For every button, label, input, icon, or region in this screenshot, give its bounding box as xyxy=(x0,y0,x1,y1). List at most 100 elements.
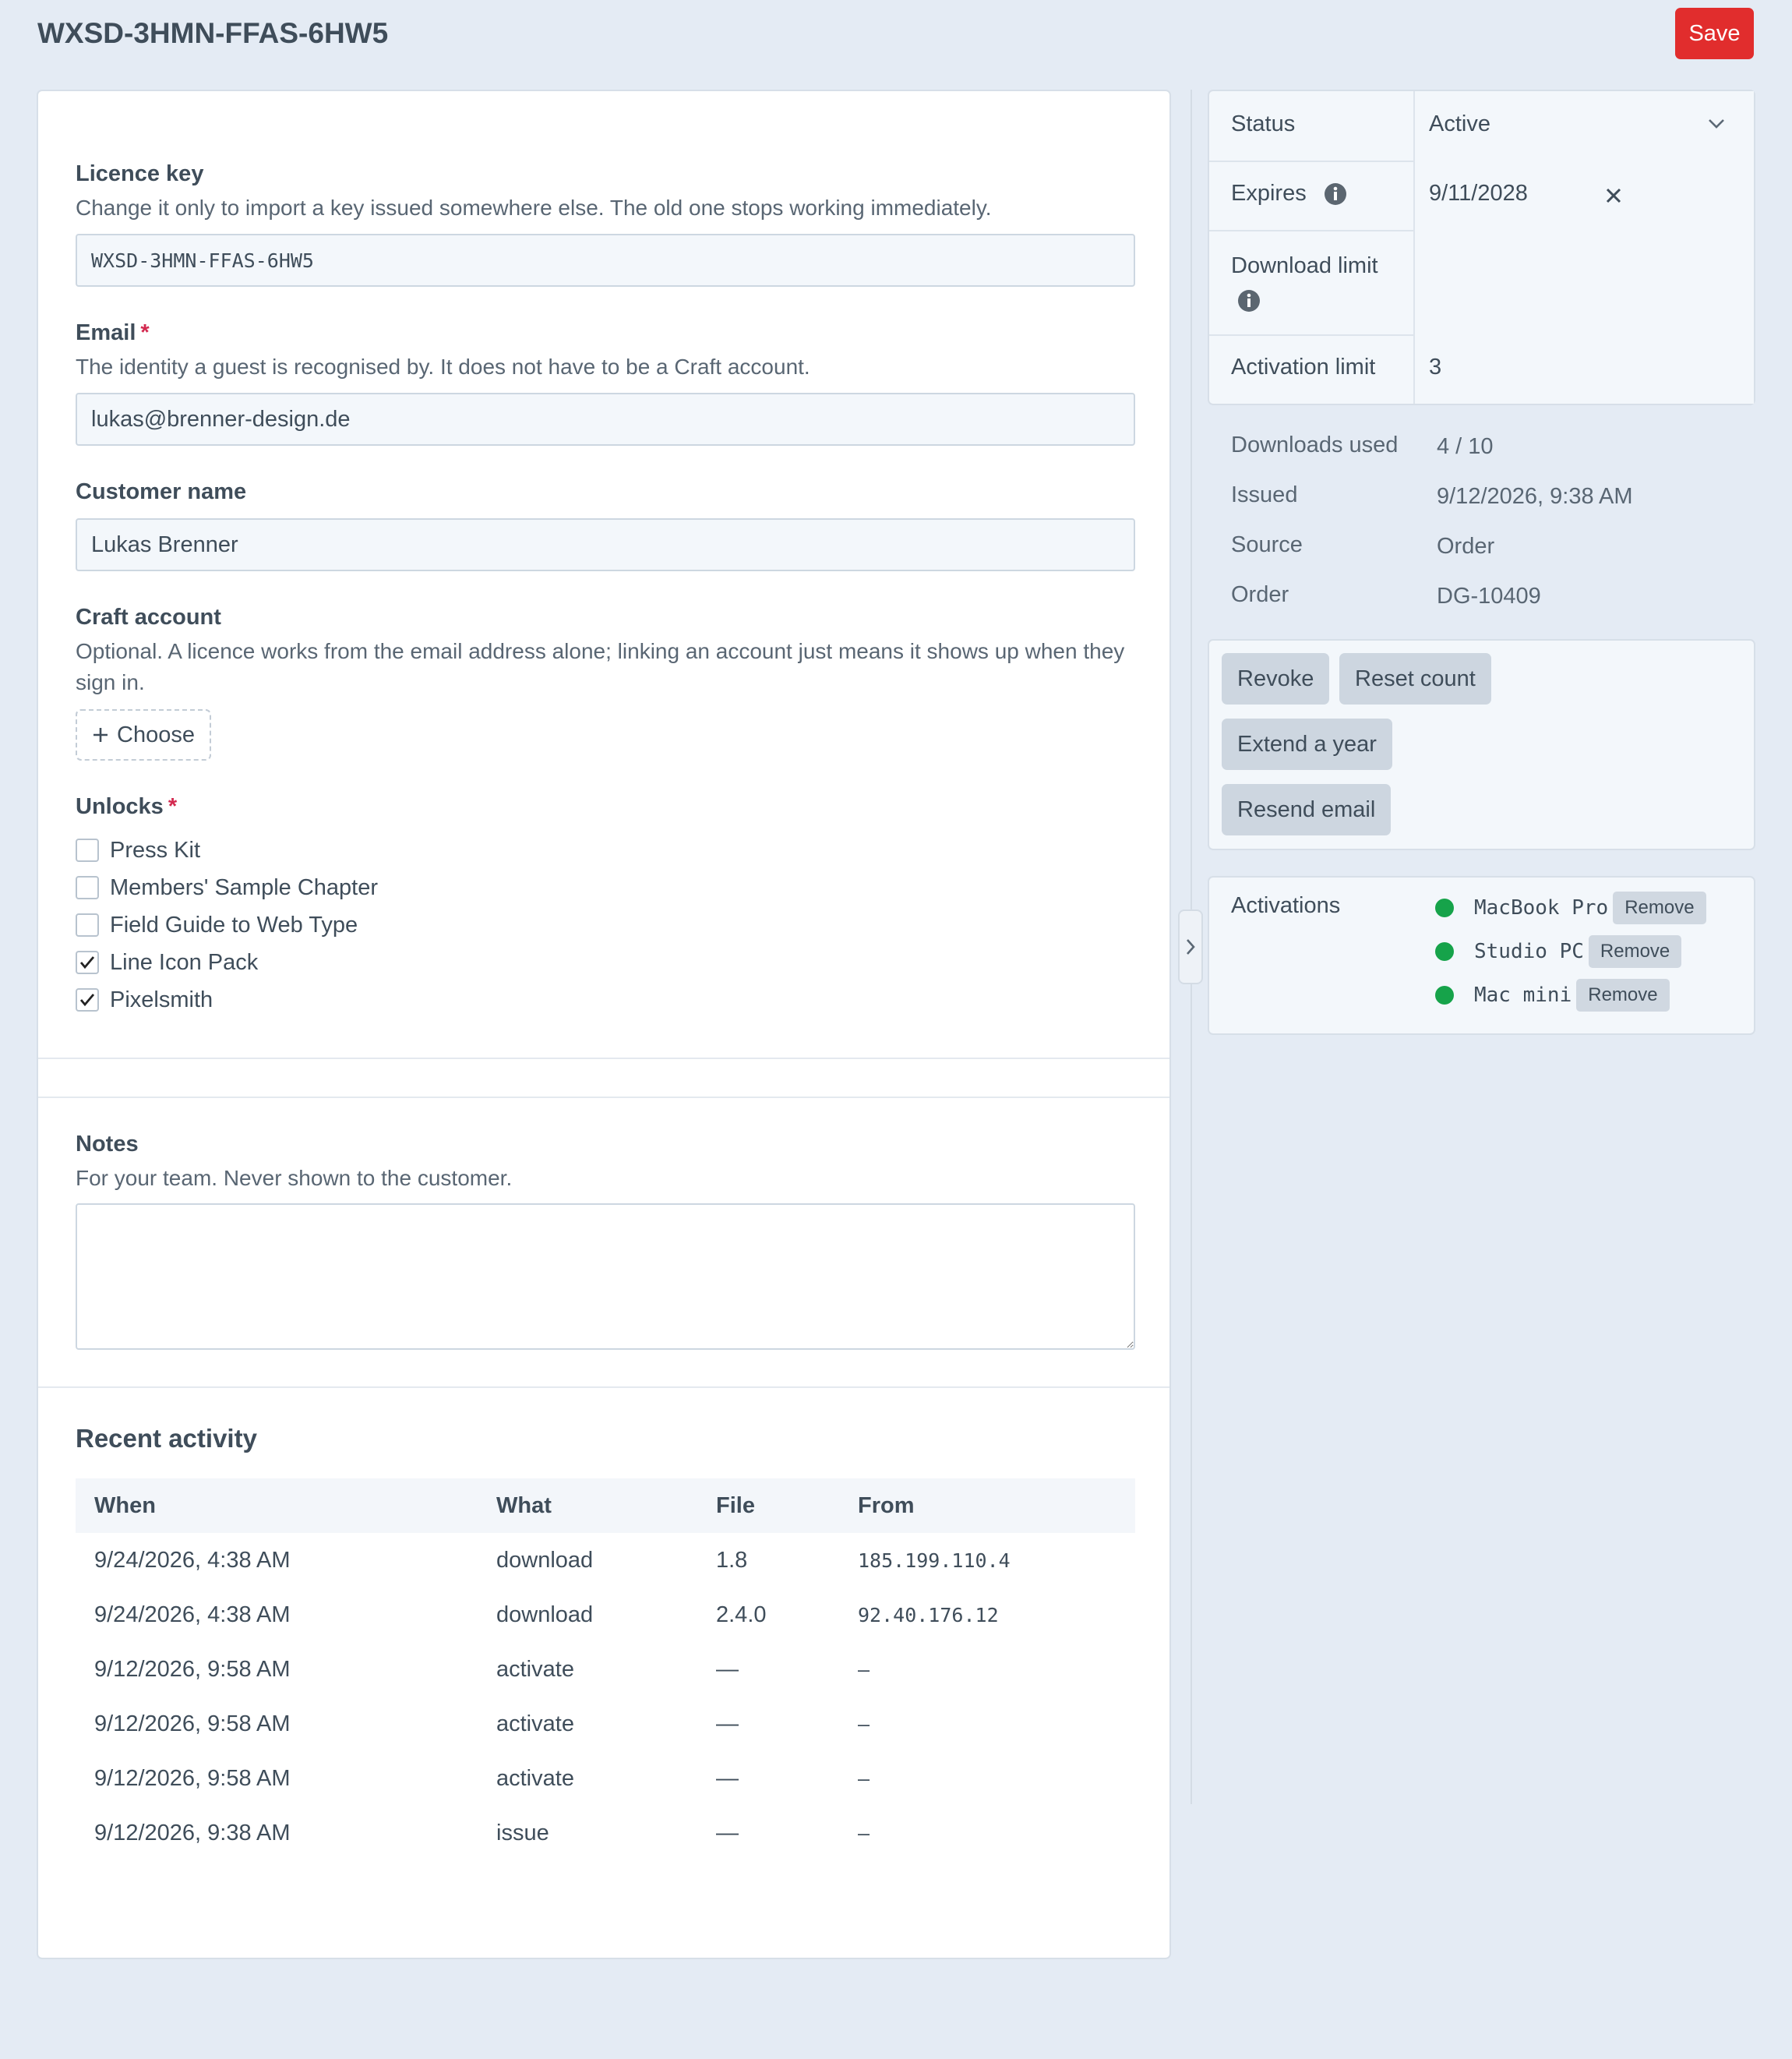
cell-when: 9/12/2026, 9:58 AM xyxy=(94,1711,291,1736)
activation-limit-row: Activation limit 3 xyxy=(1209,334,1754,404)
page-title: WXSD-3HMN-FFAS-6HW5 xyxy=(37,17,389,49)
customer-name-input[interactable] xyxy=(76,518,1135,571)
checkmark-icon xyxy=(79,956,95,969)
unlock-checkbox[interactable] xyxy=(76,988,99,1012)
unlock-checkbox[interactable] xyxy=(76,839,99,862)
activation-item: MacBook Pro Remove xyxy=(1435,890,1706,926)
email-field[interactable] xyxy=(76,393,1135,446)
unlock-checkbox[interactable] xyxy=(76,951,99,974)
reset-count-button[interactable]: Reset count xyxy=(1339,653,1491,705)
chevron-right-icon xyxy=(1187,939,1195,955)
craft-account-hint: Optional. A licence works from the email… xyxy=(76,639,1125,694)
section-divider xyxy=(38,1097,1169,1098)
sidebar-toggle[interactable] xyxy=(1178,909,1203,984)
cell-file: — xyxy=(716,1711,739,1736)
cell-what: issue xyxy=(496,1820,549,1845)
licence-key-hint: Change it only to import a key issued so… xyxy=(76,196,992,220)
column-header-from: From xyxy=(839,1478,1135,1533)
column-header-what: What xyxy=(478,1478,697,1533)
choose-account-button[interactable]: Choose xyxy=(76,709,211,761)
unlock-item[interactable]: Line Icon Pack xyxy=(76,947,258,978)
activation-limit-field[interactable]: 3 xyxy=(1413,334,1754,404)
craft-account-label: Craft account xyxy=(76,605,221,630)
activation-limit-label: Activation limit xyxy=(1231,355,1376,380)
unlock-item[interactable]: Members' Sample Chapter xyxy=(76,872,378,903)
activity-table: When What File From 9/24/2026, 4:38 AM d… xyxy=(76,1478,1135,1860)
info-icon[interactable] xyxy=(1237,289,1261,313)
cell-when: 9/12/2026, 9:58 AM xyxy=(94,1765,291,1791)
stat-label: Downloads used xyxy=(1231,433,1399,457)
email-label: Email * xyxy=(76,320,150,346)
active-status-icon xyxy=(1435,986,1454,1005)
cell-from: – xyxy=(858,1658,870,1681)
notes-hint: For your team. Never shown to the custom… xyxy=(76,1166,513,1190)
required-icon: * xyxy=(168,794,178,819)
cell-when: 9/12/2026, 9:58 AM xyxy=(94,1656,291,1682)
status-label: Status xyxy=(1231,111,1296,136)
active-status-icon xyxy=(1435,899,1454,917)
status-select[interactable]: Active xyxy=(1413,91,1754,161)
remove-activation-button[interactable]: Remove xyxy=(1613,892,1706,924)
cell-when: 9/24/2026, 4:38 AM xyxy=(94,1547,291,1573)
save-button[interactable]: Save xyxy=(1675,8,1754,59)
unlock-label: Press Kit xyxy=(110,837,201,863)
cell-what: download xyxy=(496,1602,594,1627)
column-header-file: File xyxy=(697,1478,839,1533)
cell-file: — xyxy=(716,1656,739,1682)
stat-value: 9/12/2026, 9:38 AM xyxy=(1437,484,1633,509)
unlock-label: Line Icon Pack xyxy=(110,949,259,975)
licence-form-card: Licence key Change it only to import a k… xyxy=(37,90,1171,1959)
extend-year-button[interactable]: Extend a year xyxy=(1222,719,1392,770)
cell-file: — xyxy=(716,1820,739,1845)
unlock-item[interactable]: Field Guide to Web Type xyxy=(76,909,358,941)
cell-what: download xyxy=(496,1547,594,1573)
download-limit-field[interactable] xyxy=(1413,230,1754,334)
activation-item: Mac mini Remove xyxy=(1435,977,1670,1013)
cell-what: activate xyxy=(496,1711,574,1736)
chevron-down-icon xyxy=(1709,119,1724,129)
table-row: 9/12/2026, 9:38 AM issue — – xyxy=(76,1806,1135,1860)
cell-file: 2.4.0 xyxy=(716,1602,767,1627)
info-icon[interactable] xyxy=(1324,182,1347,206)
clear-icon[interactable] xyxy=(1605,187,1622,204)
unlock-checkbox[interactable] xyxy=(76,876,99,899)
table-row: 9/24/2026, 4:38 AM download 2.4.0 92.40.… xyxy=(76,1588,1135,1642)
actions-panel: Revoke Reset count Extend a year Resend … xyxy=(1208,639,1755,850)
stat-value: DG-10409 xyxy=(1437,584,1541,609)
unlock-label: Members' Sample Chapter xyxy=(110,874,379,900)
unlock-label: Pixelsmith xyxy=(110,987,213,1012)
resend-email-button[interactable]: Resend email xyxy=(1222,784,1392,835)
table-row: 9/12/2026, 9:58 AM activate — – xyxy=(76,1642,1135,1697)
activation-limit-value: 3 xyxy=(1429,355,1442,380)
revoke-button[interactable]: Revoke xyxy=(1222,653,1330,705)
unlock-item[interactable]: Pixelsmith xyxy=(76,984,213,1015)
cell-from: 185.199.110.4 xyxy=(858,1549,1011,1572)
notes-textarea[interactable] xyxy=(76,1203,1135,1350)
stat-label: Source xyxy=(1231,532,1303,557)
stat-label: Order xyxy=(1231,582,1289,607)
licence-key-input[interactable] xyxy=(76,234,1135,287)
device-name: MacBook Pro xyxy=(1474,896,1609,920)
plus-icon xyxy=(93,728,108,742)
checkmark-icon xyxy=(79,994,95,1007)
unlocks-label: Unlocks * xyxy=(76,794,177,820)
device-name: Mac mini xyxy=(1474,984,1572,1007)
device-name: Studio PC xyxy=(1474,940,1584,963)
remove-activation-button[interactable]: Remove xyxy=(1588,935,1682,968)
cell-from: 92.40.176.12 xyxy=(858,1603,999,1626)
unlock-checkbox[interactable] xyxy=(76,913,99,937)
section-divider xyxy=(38,1058,1169,1059)
activations-label: Activations xyxy=(1231,893,1341,918)
cell-from: – xyxy=(858,1821,870,1845)
status-row: Status Active xyxy=(1209,91,1754,162)
unlock-label: Field Guide to Web Type xyxy=(110,912,358,938)
customer-name-label: Customer name xyxy=(76,479,247,504)
unlock-item[interactable]: Press Kit xyxy=(76,835,200,866)
meta-panel: Status Active Expires 9/11/2028 Download… xyxy=(1208,90,1755,405)
status-value: Active xyxy=(1429,111,1490,136)
expires-field[interactable]: 9/11/2028 xyxy=(1413,161,1754,230)
remove-activation-button[interactable]: Remove xyxy=(1576,979,1670,1012)
cell-what: activate xyxy=(496,1765,574,1791)
cell-when: 9/24/2026, 4:38 AM xyxy=(94,1602,291,1627)
notes-label: Notes xyxy=(76,1132,139,1157)
